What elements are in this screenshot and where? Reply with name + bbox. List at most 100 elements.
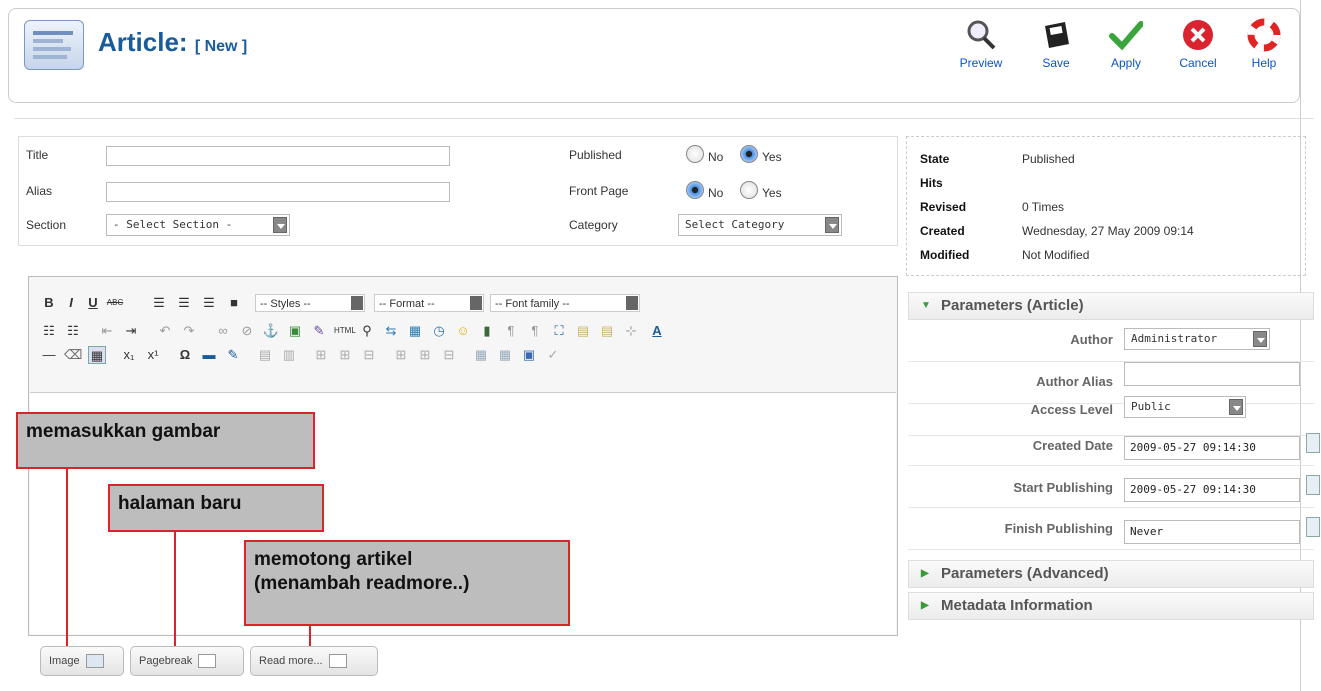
insert-date-icon[interactable]: ▦ bbox=[406, 322, 424, 340]
image-button[interactable]: Image bbox=[40, 646, 124, 676]
save-button[interactable]: Save bbox=[1031, 18, 1081, 70]
published-no-radio[interactable] bbox=[686, 145, 704, 163]
delete-col-icon[interactable]: ⊟ bbox=[440, 346, 458, 364]
redo-icon[interactable]: ↷ bbox=[180, 322, 198, 340]
anchor-icon[interactable]: ⚓ bbox=[262, 322, 280, 340]
col-before-icon[interactable]: ⊞ bbox=[392, 346, 410, 364]
italic-icon[interactable]: I bbox=[62, 294, 80, 312]
cleanup-icon[interactable]: ✎ bbox=[310, 322, 328, 340]
expanded-arrow-icon: ▼ bbox=[921, 300, 931, 311]
media-icon[interactable]: ▮ bbox=[478, 322, 496, 340]
align-justify-icon[interactable]: ■ bbox=[225, 294, 243, 312]
help-label: Help bbox=[1251, 56, 1277, 70]
select-all-icon[interactable]: ⊹ bbox=[622, 322, 640, 340]
horizontal-rule-icon[interactable]: — bbox=[40, 346, 58, 364]
finish-publishing-value: Never bbox=[1130, 525, 1164, 538]
styles-select[interactable]: -- Styles -- bbox=[255, 294, 365, 312]
page-subtitle: [ New ] bbox=[194, 38, 248, 55]
special-char-icon[interactable]: Ω bbox=[176, 346, 194, 364]
readmore-button[interactable]: Read more... bbox=[250, 646, 378, 676]
undo-icon[interactable]: ↶ bbox=[156, 322, 174, 340]
numbered-list-icon[interactable]: ☷ bbox=[64, 322, 82, 340]
access-level-label: Access Level bbox=[1030, 402, 1113, 417]
rtl-icon[interactable]: ¶ bbox=[526, 322, 544, 340]
section-select[interactable]: - Select Section - bbox=[106, 214, 290, 236]
link-icon[interactable]: ∞ bbox=[214, 322, 232, 340]
strikethrough-icon[interactable]: ABC bbox=[106, 294, 124, 312]
created-date-label: Created Date bbox=[1032, 438, 1113, 453]
start-publishing-input[interactable]: 2009-05-27 09:14:30 bbox=[1124, 478, 1300, 502]
calendar-icon[interactable] bbox=[1306, 433, 1320, 453]
ltr-icon[interactable]: ¶ bbox=[502, 322, 520, 340]
category-label: Category bbox=[569, 218, 618, 232]
html-icon[interactable]: HTML bbox=[334, 322, 356, 340]
split-cells-icon[interactable]: ▦ bbox=[472, 346, 490, 364]
paste-text-icon[interactable]: ▤ bbox=[574, 322, 592, 340]
metadata-information-header[interactable]: ▶ Metadata Information bbox=[908, 592, 1314, 620]
spellcheck-icon[interactable]: ✓ bbox=[544, 346, 562, 364]
author-alias-input[interactable] bbox=[1124, 362, 1300, 386]
text-color-icon[interactable]: A bbox=[648, 322, 666, 340]
table-props-icon[interactable]: ▥ bbox=[280, 346, 298, 364]
apply-button[interactable]: Apply bbox=[1101, 18, 1151, 70]
insert-layer-icon[interactable]: ▬ bbox=[200, 346, 218, 364]
calendar-icon[interactable] bbox=[1306, 475, 1320, 495]
frontpage-yes-radio[interactable] bbox=[740, 181, 758, 199]
preview-button[interactable]: Preview bbox=[956, 18, 1006, 70]
bullet-list-icon[interactable]: ☷ bbox=[40, 322, 58, 340]
access-level-select[interactable]: Public bbox=[1124, 396, 1246, 418]
underline-icon[interactable]: U bbox=[84, 294, 102, 312]
edit-css-icon[interactable]: ✎ bbox=[224, 346, 242, 364]
align-center-icon[interactable]: ☰ bbox=[175, 294, 193, 312]
find-icon[interactable]: ⚲ bbox=[358, 322, 376, 340]
calendar-icon[interactable] bbox=[1306, 517, 1320, 537]
annotation-pagebreak: halaman baru bbox=[108, 484, 324, 532]
parameters-article-header[interactable]: ▼ Parameters (Article) bbox=[908, 292, 1314, 320]
annotation-readmore-line bbox=[309, 626, 311, 647]
alias-input[interactable] bbox=[106, 182, 450, 202]
finish-publishing-input[interactable]: Never bbox=[1124, 520, 1300, 544]
replace-icon[interactable]: ⇆ bbox=[382, 322, 400, 340]
category-select[interactable]: Select Category bbox=[678, 214, 842, 236]
remove-format-icon[interactable]: ⌫ bbox=[64, 346, 82, 364]
author-select[interactable]: Administrator bbox=[1124, 328, 1270, 350]
title-input[interactable] bbox=[106, 146, 450, 166]
outdent-icon[interactable]: ⇤ bbox=[98, 322, 116, 340]
parameters-advanced-header[interactable]: ▶ Parameters (Advanced) bbox=[908, 560, 1314, 588]
insert-time-icon[interactable]: ◷ bbox=[430, 322, 448, 340]
pagebreak-button[interactable]: Pagebreak bbox=[130, 646, 244, 676]
fullscreen-icon[interactable]: ⛶ bbox=[550, 322, 568, 340]
help-icon bbox=[1247, 18, 1281, 52]
delete-row-icon[interactable]: ⊟ bbox=[360, 346, 378, 364]
format-select[interactable]: -- Format -- bbox=[374, 294, 484, 312]
pagebreak-icon bbox=[198, 654, 217, 669]
published-yes-radio[interactable] bbox=[740, 145, 758, 163]
annotation-readmore-line2: (menambah readmore..) bbox=[254, 573, 470, 594]
emotions-icon[interactable]: ☺ bbox=[454, 322, 472, 340]
unlink-icon[interactable]: ⊘ bbox=[238, 322, 256, 340]
published-label: Published bbox=[569, 148, 622, 162]
superscript-icon[interactable]: x¹ bbox=[144, 346, 162, 364]
insert-image-icon[interactable]: ▣ bbox=[286, 322, 304, 340]
table-icon[interactable]: ▤ bbox=[256, 346, 274, 364]
paste-word-icon[interactable]: ▤ bbox=[598, 322, 616, 340]
subscript-icon[interactable]: x₁ bbox=[120, 346, 138, 364]
font-family-select[interactable]: -- Font family -- bbox=[490, 294, 640, 312]
bold-icon[interactable]: B bbox=[40, 294, 58, 312]
row-before-icon[interactable]: ⊞ bbox=[312, 346, 330, 364]
align-left-icon[interactable]: ☰ bbox=[150, 294, 168, 312]
created-date-input[interactable]: 2009-05-27 09:14:30 bbox=[1124, 436, 1300, 460]
image-manager-icon[interactable]: ▣ bbox=[520, 346, 538, 364]
visual-aid-icon[interactable]: ▦ bbox=[88, 346, 106, 364]
help-button[interactable]: Help bbox=[1239, 18, 1289, 70]
indent-icon[interactable]: ⇥ bbox=[122, 322, 140, 340]
parameters-advanced-title: Parameters (Advanced) bbox=[941, 565, 1109, 582]
author-alias-label: Author Alias bbox=[1036, 374, 1113, 389]
merge-cells-icon[interactable]: ▦ bbox=[496, 346, 514, 364]
col-after-icon[interactable]: ⊞ bbox=[416, 346, 434, 364]
align-right-icon[interactable]: ☰ bbox=[200, 294, 218, 312]
cancel-button[interactable]: Cancel bbox=[1173, 18, 1223, 70]
chevron-down-icon bbox=[626, 296, 638, 310]
row-after-icon[interactable]: ⊞ bbox=[336, 346, 354, 364]
frontpage-no-radio[interactable] bbox=[686, 181, 704, 199]
